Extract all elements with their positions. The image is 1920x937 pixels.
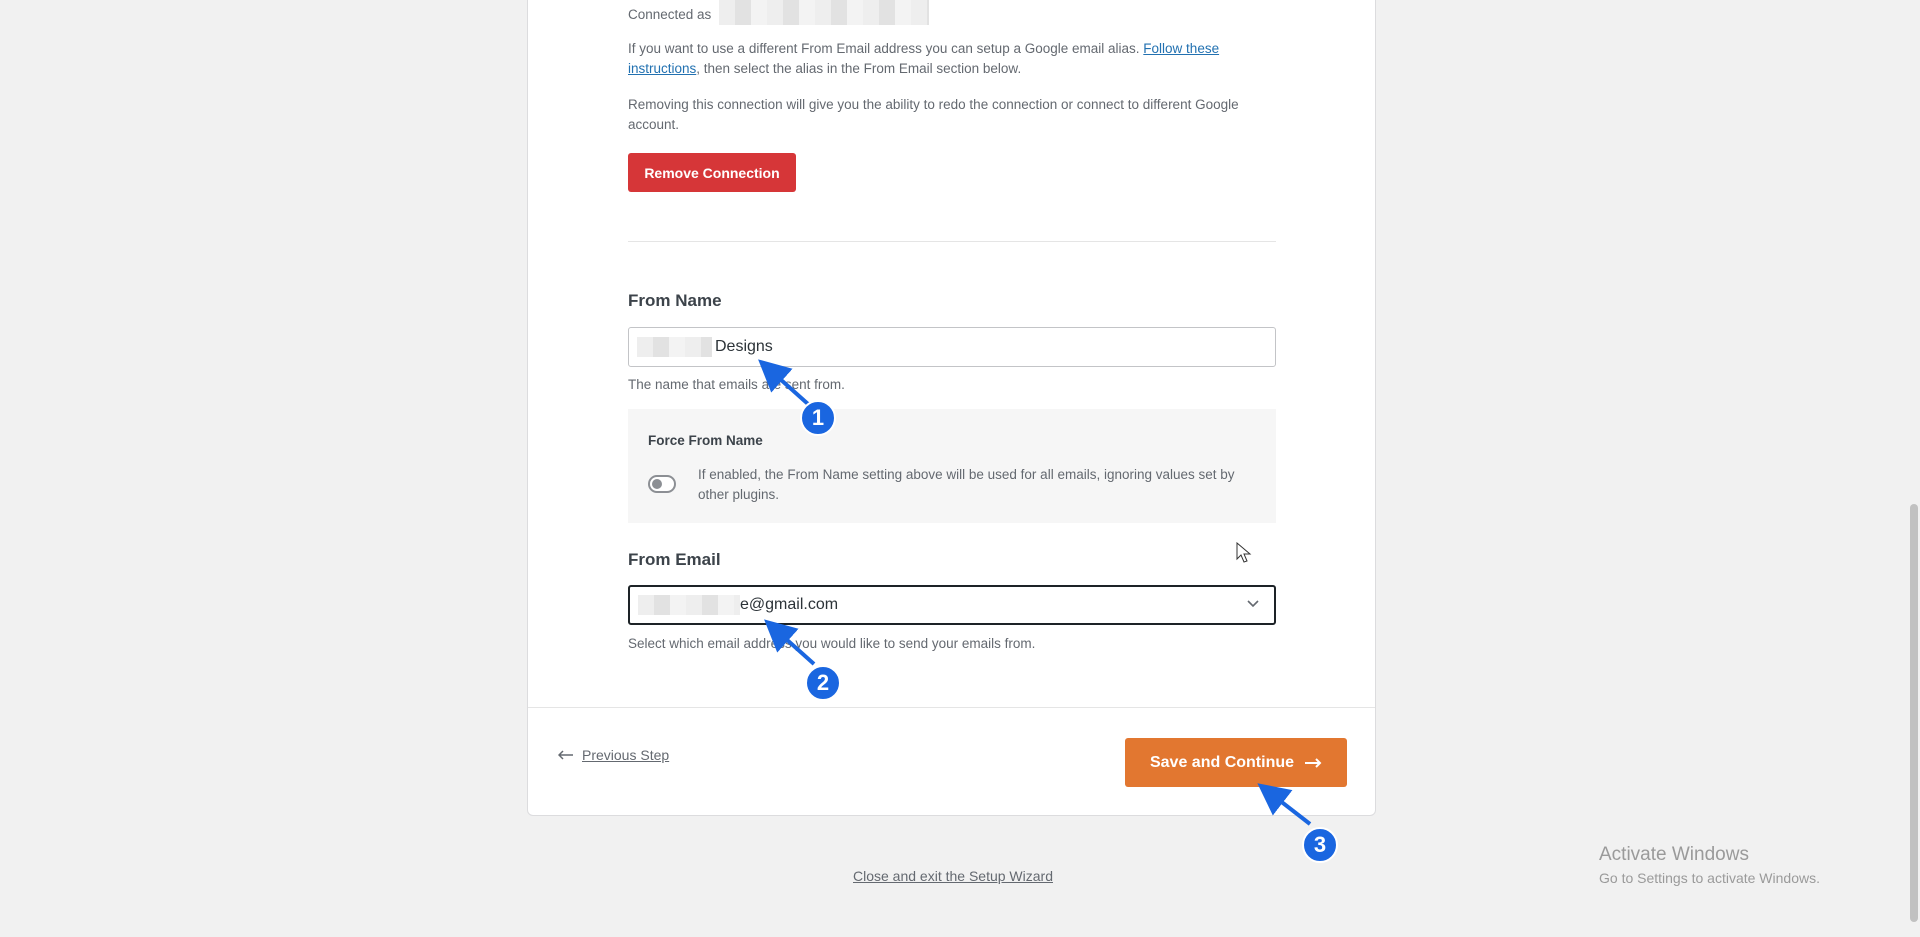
remove-connection-button[interactable]: Remove Connection <box>628 153 796 192</box>
from-name-value: Designs <box>715 338 773 355</box>
chevron-down-icon <box>1247 600 1259 608</box>
connected-as-label: Connected as <box>628 7 712 22</box>
from-email-help: Select which email address you would lik… <box>628 636 1036 651</box>
watermark-subtitle: Go to Settings to activate Windows. <box>1599 870 1820 886</box>
windows-activation-watermark: Activate Windows Go to Settings to activ… <box>1599 844 1820 886</box>
remove-connection-text: Removing this connection will give you t… <box>628 97 1239 132</box>
force-from-name-label: Force From Name <box>648 433 763 448</box>
page-scrollbar[interactable] <box>1906 0 1920 937</box>
arrow-left-icon <box>558 750 573 760</box>
redacted-name <box>637 337 712 357</box>
previous-step-link[interactable]: Previous Step <box>558 747 669 763</box>
redacted-email <box>638 595 740 615</box>
connected-as-row: Connected as <box>628 0 1276 26</box>
from-name-help: The name that emails are sent from. <box>628 377 845 392</box>
mouse-cursor-icon <box>1236 542 1252 563</box>
annotation-badge-1: 1 <box>800 400 836 436</box>
setup-wizard-card: Connected as If you want to use a differ… <box>527 0 1376 816</box>
footer-divider <box>528 707 1375 708</box>
from-email-value: e@gmail.com <box>740 596 839 613</box>
scrollbar-thumb[interactable] <box>1910 504 1918 922</box>
force-from-name-description: If enabled, the From Name setting above … <box>698 467 1235 502</box>
watermark-title: Activate Windows <box>1599 844 1749 865</box>
save-label: Save and Continue <box>1149 753 1295 771</box>
section-divider <box>628 241 1276 242</box>
force-from-name-box: Force From Name If enabled, the From Nam… <box>628 409 1276 523</box>
annotation-badge-3: 3 <box>1302 827 1338 863</box>
previous-step-label: Previous Step <box>582 747 670 763</box>
from-name-label: From Name <box>628 291 722 310</box>
alias-text-after: , then select the alias in the From Emai… <box>696 61 1022 76</box>
arrow-right-icon <box>1305 757 1322 768</box>
force-from-name-toggle[interactable] <box>648 475 676 493</box>
toggle-knob <box>652 479 662 489</box>
save-and-continue-button[interactable]: Save and Continue <box>1125 738 1347 787</box>
annotation-badge-2: 2 <box>805 665 841 701</box>
close-setup-wizard-link[interactable]: Close and exit the Setup Wizard <box>853 868 1053 884</box>
from-name-input[interactable]: Designs <box>628 327 1276 367</box>
from-email-select[interactable]: e@gmail.com <box>628 585 1276 625</box>
redacted-account <box>719 0 930 26</box>
alias-instructions: If you want to use a different From Emai… <box>628 39 1276 79</box>
alias-text: If you want to use a different From Emai… <box>628 41 1140 56</box>
from-email-label: From Email <box>628 550 721 569</box>
